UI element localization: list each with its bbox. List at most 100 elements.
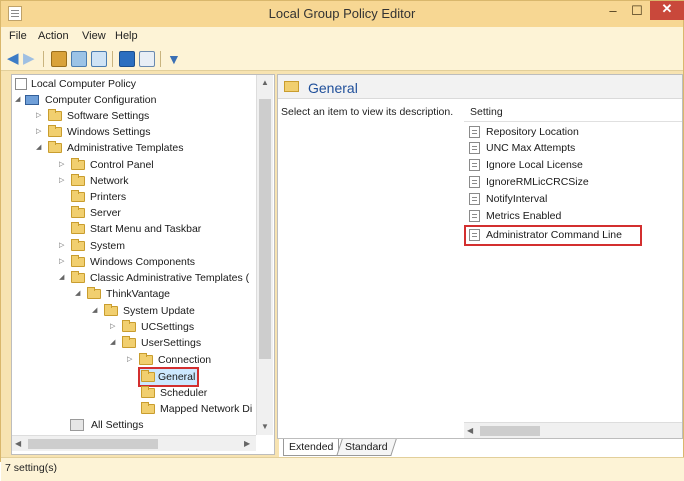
all-settings-icon xyxy=(70,419,84,431)
folder-icon xyxy=(284,81,299,92)
scroll-up-icon[interactable]: ▲ xyxy=(261,78,269,87)
tree-label: UserSettings xyxy=(141,337,202,349)
scroll-right-icon[interactable]: ▶ xyxy=(244,439,250,448)
tree-label: Control Panel xyxy=(90,159,154,171)
details-pane: General Select an item to view its descr… xyxy=(277,74,683,439)
tree-scroll-thumb[interactable] xyxy=(259,99,271,359)
setting-highlight-box xyxy=(464,225,642,246)
collapsed-icon[interactable]: ▷ xyxy=(36,108,44,124)
tree-label: Mapped Network Di xyxy=(160,403,253,415)
folder-icon xyxy=(71,158,85,170)
collapsed-icon[interactable]: ▷ xyxy=(59,238,67,254)
tab-standard-label: Standard xyxy=(345,441,388,453)
tree-label: Start Menu and Taskbar xyxy=(90,223,202,235)
setting-label: Metrics Enabled xyxy=(486,210,562,222)
show-hide-tree-icon[interactable] xyxy=(71,51,87,67)
view-tabs: Extended Standard xyxy=(279,439,683,457)
close-button[interactable]: ✕ xyxy=(650,1,684,20)
folder-icon xyxy=(71,255,85,267)
tab-standard[interactable]: Standard xyxy=(336,439,397,456)
tree-label: Computer Configuration xyxy=(45,94,157,106)
policy-setting-icon xyxy=(469,193,480,205)
maximize-button[interactable]: ☐ xyxy=(625,3,649,23)
policy-setting-icon xyxy=(469,142,480,154)
setting-label: NotifyInterval xyxy=(486,193,548,205)
menu-bar: File Action View Help xyxy=(1,27,683,47)
expanded-icon[interactable]: ◢ xyxy=(75,286,83,302)
tree-label: Local Computer Policy xyxy=(31,78,137,90)
expanded-icon[interactable]: ◢ xyxy=(110,335,118,351)
setting-label: Ignore Local License xyxy=(486,159,583,171)
tree-label: All Settings xyxy=(91,419,144,431)
folder-icon xyxy=(139,353,153,365)
status-text: 7 setting(s) xyxy=(5,462,57,474)
policy-setting-icon xyxy=(469,159,480,171)
toolbar-separator xyxy=(160,51,161,67)
setting-label: IgnoreRMLicCRCSize xyxy=(486,176,589,188)
details-horizontal-scrollbar[interactable]: ◀ xyxy=(464,422,682,438)
column-divider xyxy=(464,121,682,122)
tree-label: System Update xyxy=(123,305,195,317)
tree-label: ThinkVantage xyxy=(106,288,171,300)
menu-action[interactable]: Action xyxy=(38,30,69,42)
policy-setting-icon xyxy=(469,126,480,138)
forward-icon[interactable]: ▶ xyxy=(23,51,39,67)
expanded-icon[interactable]: ◢ xyxy=(59,270,67,286)
expanded-icon[interactable]: ◢ xyxy=(92,303,100,319)
help-icon[interactable] xyxy=(119,51,135,67)
expanded-icon[interactable]: ◢ xyxy=(15,92,23,108)
folder-icon xyxy=(71,239,85,251)
collapsed-icon[interactable]: ▷ xyxy=(59,157,67,173)
collapsed-icon[interactable]: ▷ xyxy=(59,254,67,270)
up-folder-icon[interactable] xyxy=(51,51,67,67)
collapsed-icon[interactable]: ▷ xyxy=(59,173,67,189)
minimize-button[interactable]: – xyxy=(601,3,625,23)
folder-icon xyxy=(48,109,62,121)
back-icon[interactable]: ◀ xyxy=(7,51,23,67)
tree-label: Scheduler xyxy=(160,387,208,399)
tree-pane[interactable]: Local Computer Policy ◢ Computer Configu… xyxy=(11,74,275,455)
toolbar: ◀ ▶ ▼ xyxy=(1,47,683,71)
scroll-down-icon[interactable]: ▼ xyxy=(261,422,269,431)
tree-label: System xyxy=(90,240,126,252)
collapsed-icon[interactable]: ▷ xyxy=(127,352,135,368)
title-bar[interactable]: Local Group Policy Editor – ☐ ✕ xyxy=(1,1,684,27)
folder-icon xyxy=(71,222,85,234)
folder-icon xyxy=(141,386,155,398)
collapsed-icon[interactable]: ▷ xyxy=(36,124,44,140)
column-header-setting[interactable]: Setting xyxy=(470,106,503,118)
setting-label: Repository Location xyxy=(486,126,579,138)
filter-icon[interactable]: ▼ xyxy=(167,51,183,67)
tab-extended[interactable]: Extended xyxy=(283,439,340,456)
export-list-icon[interactable] xyxy=(91,51,107,67)
selection-highlight-box xyxy=(138,367,199,387)
policy-setting-icon xyxy=(469,210,480,222)
folder-icon xyxy=(141,402,155,414)
status-bar: 7 setting(s) xyxy=(1,457,684,481)
tree-hscroll-thumb[interactable] xyxy=(28,439,158,449)
tree-label: Server xyxy=(90,207,121,219)
tree-label: Printers xyxy=(90,191,127,203)
tree-vertical-scrollbar[interactable]: ▲ ▼ xyxy=(256,75,273,435)
details-header: General xyxy=(278,75,682,99)
scroll-left-icon[interactable]: ◀ xyxy=(15,439,21,448)
folder-icon xyxy=(122,336,136,348)
expanded-icon[interactable]: ◢ xyxy=(36,140,44,156)
details-hscroll-thumb[interactable] xyxy=(480,426,540,436)
folder-icon xyxy=(48,141,62,153)
tree-label: UCSettings xyxy=(141,321,195,333)
menu-help[interactable]: Help xyxy=(115,30,138,42)
tree-horizontal-scrollbar[interactable]: ◀ ▶ xyxy=(12,435,256,451)
menu-view[interactable]: View xyxy=(82,30,106,42)
window-title: Local Group Policy Editor xyxy=(268,6,416,21)
collapsed-icon[interactable]: ▷ xyxy=(110,319,118,335)
folder-icon xyxy=(87,287,101,299)
tree-label: Administrative Templates xyxy=(67,142,184,154)
tree-label: Windows Settings xyxy=(67,126,151,138)
folder-icon xyxy=(71,174,85,186)
properties-icon[interactable] xyxy=(139,51,155,67)
menu-file[interactable]: File xyxy=(9,30,27,42)
tree-label: Classic Administrative Templates ( xyxy=(90,272,250,284)
folder-icon xyxy=(71,271,85,283)
scroll-left-icon[interactable]: ◀ xyxy=(467,426,473,435)
